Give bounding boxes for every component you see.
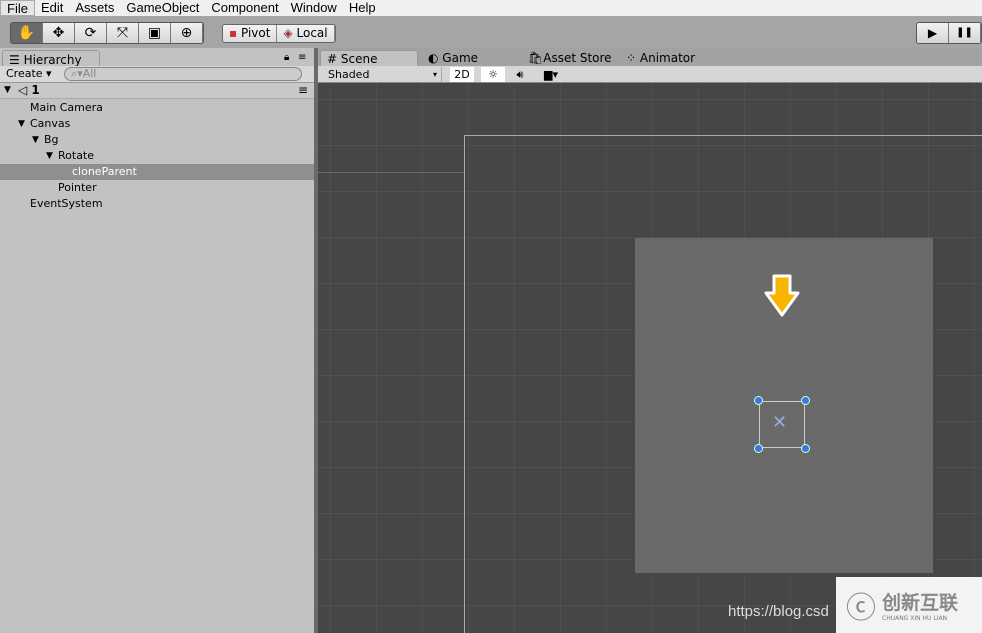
grid-line bbox=[318, 172, 464, 173]
create-label: Create bbox=[6, 67, 43, 80]
shading-label: Shaded bbox=[328, 68, 370, 81]
hierarchy-item[interactable]: ▼ Canvas bbox=[0, 116, 314, 132]
lighting-toggle-icon[interactable]: ☼ bbox=[481, 67, 505, 82]
tab-asset-store[interactable]: 🛍︎Asset Store bbox=[522, 50, 618, 66]
audio-toggle-icon[interactable]: 🔊︎ bbox=[508, 67, 532, 82]
expand-arrow-icon[interactable]: ▼ bbox=[32, 132, 39, 148]
scene-tab-label: Scene bbox=[340, 52, 378, 66]
scale-tool-button[interactable]: ⤧ bbox=[107, 23, 139, 43]
menu-window[interactable]: Window bbox=[285, 0, 343, 16]
menu-gameobject[interactable]: GameObject bbox=[120, 0, 205, 16]
hierarchy-item-label: EventSystem bbox=[30, 197, 103, 210]
pointer-gizmo-icon: ✕ bbox=[772, 412, 788, 433]
resize-handle-br[interactable] bbox=[801, 444, 810, 453]
watermark-url: https://blog.csd bbox=[728, 603, 829, 620]
rect-tool-button[interactable]: ▣ bbox=[139, 23, 171, 43]
animator-tab-label: Animator bbox=[639, 51, 696, 65]
hierarchy-item-label: cloneParent bbox=[72, 165, 137, 178]
scene-toolbar: Shaded ▾ 2D ☼ 🔊︎ ▆▾ bbox=[318, 66, 982, 83]
hierarchy-tab-label: Hierarchy bbox=[23, 53, 82, 67]
search-placeholder: All bbox=[82, 67, 97, 80]
logo-text: 创新互联 bbox=[882, 592, 959, 614]
logo-icon: ⓒ bbox=[846, 591, 876, 626]
scene-root-row[interactable]: ▼ ◁ 1 ≡ bbox=[0, 83, 314, 99]
pause-button[interactable]: ❚❚ bbox=[949, 23, 981, 43]
pivot-button[interactable]: ▪ Pivot bbox=[223, 25, 278, 42]
game-tab-label: Game bbox=[442, 51, 479, 65]
resize-handle-tr[interactable] bbox=[801, 396, 810, 405]
hierarchy-item-label: Pointer bbox=[58, 181, 97, 194]
hand-tool-button[interactable]: ✋ bbox=[11, 23, 43, 43]
hierarchy-item-label: Main Camera bbox=[30, 101, 103, 114]
hierarchy-panel: ☰ Hierarchy 🔒︎ ≡ Create ▾ ⌕▾All ▼ ◁ 1 ≡ Ma… bbox=[0, 48, 314, 633]
move-tool-button[interactable]: ✥ bbox=[43, 23, 75, 43]
rotate-tool-button[interactable]: ⟳ bbox=[75, 23, 107, 43]
effects-dropdown-icon[interactable]: ▆▾ bbox=[536, 67, 566, 82]
toolbar: ✋ ✥ ⟳ ⤧ ▣ ⊕ ▪ Pivot ◈ Local ▶ ❚❚ bbox=[0, 16, 982, 48]
hierarchy-item-label: Bg bbox=[44, 133, 59, 146]
hierarchy-item[interactable]: cloneParent bbox=[0, 164, 314, 180]
local-label: Local bbox=[296, 26, 328, 40]
play-button[interactable]: ▶ bbox=[917, 23, 949, 43]
shading-dropdown[interactable]: Shaded ▾ bbox=[322, 67, 442, 82]
menu-edit[interactable]: Edit bbox=[35, 0, 69, 16]
resize-handle-bl[interactable] bbox=[754, 444, 763, 453]
hierarchy-item[interactable]: Main Camera bbox=[0, 100, 314, 116]
selected-rect-handle[interactable]: ✕ bbox=[759, 401, 805, 448]
transform-tool-button[interactable]: ⊕ bbox=[171, 23, 203, 43]
logo-subtext: CHUANG XIN HU LIAN bbox=[882, 615, 948, 622]
hierarchy-item-label: Rotate bbox=[58, 149, 95, 162]
menu-assets[interactable]: Assets bbox=[69, 0, 120, 16]
asset-store-tab-label: Asset Store bbox=[543, 51, 612, 65]
scene-name: 1 bbox=[31, 83, 40, 97]
hierarchy-item[interactable]: Pointer bbox=[0, 180, 314, 196]
menu-help[interactable]: Help bbox=[343, 0, 382, 16]
menu-bar: File Edit Assets GameObject Component Wi… bbox=[0, 0, 982, 16]
expand-arrow-icon[interactable]: ▼ bbox=[46, 148, 53, 164]
watermark-logo: ⓒ 创新互联 CHUANG XIN HU LIAN bbox=[836, 577, 982, 633]
tab-animator[interactable]: ⁘ Animator bbox=[620, 50, 701, 66]
hierarchy-search-input[interactable]: ⌕▾All bbox=[64, 67, 302, 81]
expand-arrow-icon[interactable]: ▼ bbox=[18, 116, 25, 132]
hierarchy-item[interactable]: ▼ Rotate bbox=[0, 148, 314, 164]
hierarchy-item[interactable]: EventSystem bbox=[0, 196, 314, 212]
tab-game[interactable]: ◐ Game bbox=[422, 50, 484, 66]
local-button[interactable]: ◈ Local bbox=[277, 25, 335, 42]
menu-file[interactable]: File bbox=[0, 0, 35, 16]
resize-handle-tl[interactable] bbox=[754, 396, 763, 405]
pivot-label: Pivot bbox=[240, 26, 271, 40]
create-dropdown[interactable]: Create ▾ bbox=[6, 67, 52, 80]
lock-icon[interactable]: 🔒︎ bbox=[284, 52, 289, 63]
2d-toggle[interactable]: 2D bbox=[450, 67, 474, 82]
panel-menu-icon[interactable]: ≡ bbox=[298, 52, 306, 63]
tab-scene[interactable]: # Scene bbox=[320, 50, 418, 66]
scene-tabs: # Scene ◐ Game 🛍︎Asset Store ⁘ Animator bbox=[318, 48, 982, 66]
scene-view[interactable]: ✕ https://blog.csd bbox=[318, 83, 982, 633]
arrow-down-icon[interactable] bbox=[764, 273, 800, 319]
menu-component[interactable]: Component bbox=[205, 0, 284, 16]
hierarchy-item[interactable]: ▼ Bg bbox=[0, 132, 314, 148]
hierarchy-item-label: Canvas bbox=[30, 117, 71, 130]
